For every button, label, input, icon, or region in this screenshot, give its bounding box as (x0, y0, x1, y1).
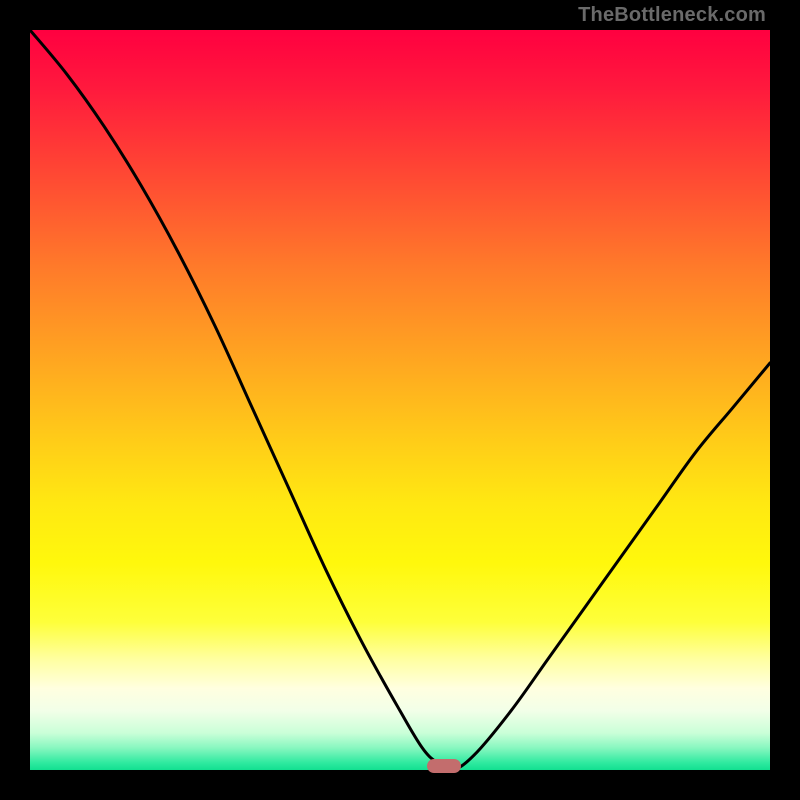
bottleneck-curve-path (30, 30, 770, 770)
watermark-text: TheBottleneck.com (578, 4, 766, 27)
plot-area (30, 30, 770, 770)
optimum-marker (427, 759, 461, 773)
curve-svg (30, 30, 770, 770)
chart-frame: TheBottleneck.com (0, 0, 800, 800)
